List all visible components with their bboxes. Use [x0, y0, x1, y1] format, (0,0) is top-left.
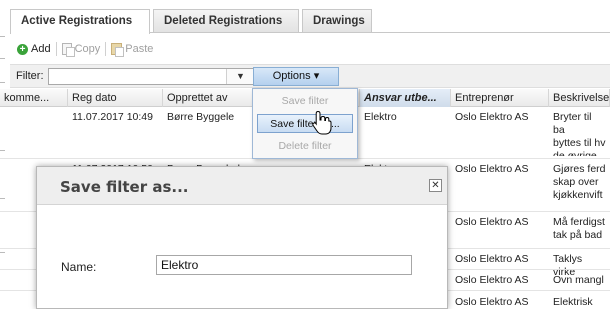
column-header-contractor[interactable]: Entreprenør [451, 89, 549, 107]
menu-item-save-filter[interactable]: Save filter [257, 92, 353, 111]
edge-mark [0, 150, 5, 151]
menu-item-save-filter-as[interactable]: Save filter as... [257, 114, 353, 133]
column-header-comments[interactable]: komme... [0, 89, 68, 107]
cell-contractor: Oslo Elektro AS [455, 274, 529, 286]
save-filter-dialog: Save filter as... ✕ Name: [36, 166, 448, 309]
add-button[interactable]: + Add [12, 43, 56, 55]
edge-mark [0, 252, 5, 253]
edge-mark [0, 36, 5, 37]
edge-mark [0, 58, 5, 59]
cell-description: Bryter til ba byttes til hv de øvrige [553, 111, 606, 156]
cell-description: Gjøres ferd skap over kjøkkenvift [553, 163, 606, 201]
tab-strip: Active Registrations Deleted Registratio… [0, 0, 610, 34]
chevron-down-icon[interactable]: ▼ [226, 69, 254, 84]
filter-input[interactable] [49, 69, 226, 84]
filter-label: Filter: [16, 70, 44, 82]
copy-label: Copy [74, 43, 101, 55]
add-label: Add [31, 43, 51, 55]
column-header-description[interactable]: Beskrivelse [549, 89, 610, 107]
cell-contractor: Oslo Elektro AS [455, 216, 529, 228]
name-input[interactable] [156, 255, 412, 275]
cell-created-by: Børre Byggele [167, 111, 235, 123]
paste-icon [111, 43, 125, 57]
dialog-header: Save filter as... ✕ [37, 167, 447, 205]
cell-reg-date: 11.07.2017 10:49 [72, 111, 153, 123]
edge-mark [0, 82, 5, 83]
menu-item-delete-filter[interactable]: Delete filter [257, 137, 353, 156]
close-icon[interactable]: ✕ [429, 179, 442, 192]
tab-active-registrations[interactable]: Active Registrations [10, 9, 150, 34]
options-button[interactable]: Options ▾ [253, 67, 339, 86]
edge-mark [0, 198, 5, 199]
dialog-title: Save filter as... [60, 178, 189, 196]
filter-bar: Filter: ▼ Options ▾ [10, 64, 610, 88]
options-menu: Save filter Save filter as... Delete fil… [252, 88, 358, 159]
tab-deleted-registrations[interactable]: Deleted Registrations [153, 9, 299, 33]
copy-button[interactable]: Copy [57, 43, 106, 57]
cell-responsible: Elektro [364, 111, 397, 123]
tab-drawings[interactable]: Drawings [302, 9, 372, 33]
filter-combobox[interactable]: ▼ [48, 68, 255, 85]
column-header-responsible[interactable]: Ansvar utbe... [360, 89, 451, 107]
copy-icon [61, 43, 75, 57]
name-label: Name: [61, 260, 97, 274]
cell-contractor: Oslo Elektro AS [455, 111, 529, 123]
paste-button[interactable]: Paste [106, 43, 158, 57]
toolbar: + Add Copy Paste [12, 40, 158, 58]
column-header-reg-date[interactable]: Reg dato [68, 89, 163, 107]
cell-description: Ovn mangl [553, 274, 604, 286]
cell-contractor: Oslo Elektro AS [455, 253, 529, 265]
cell-description: Må ferdigst tak på bad [553, 216, 605, 241]
cell-description: Elektrisk ov [553, 296, 593, 308]
column-header-created-by[interactable]: Opprettet av [163, 89, 260, 107]
add-icon: + [17, 43, 28, 55]
cell-contractor: Oslo Elektro AS [455, 296, 529, 308]
hand-cursor-icon [312, 110, 332, 135]
cell-contractor: Oslo Elektro AS [455, 163, 529, 175]
paste-label: Paste [125, 43, 154, 55]
